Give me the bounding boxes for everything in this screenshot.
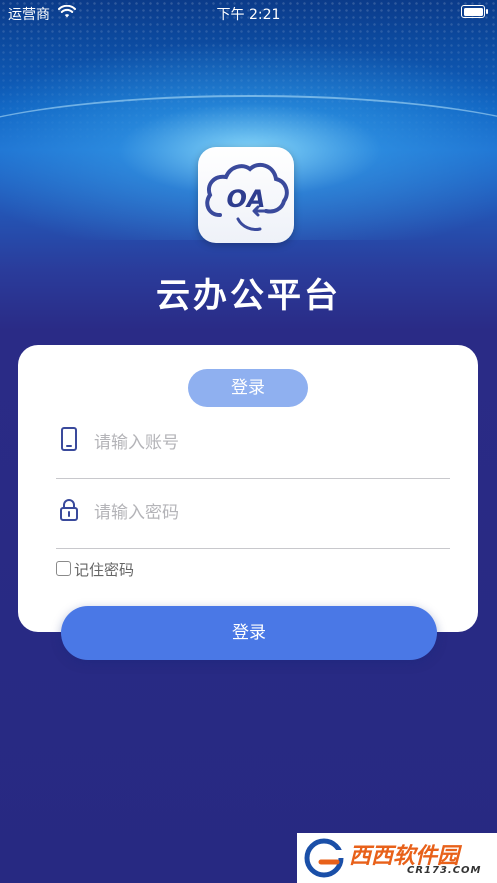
account-field[interactable]: 请输入账号: [56, 408, 450, 479]
login-screen: 运营商 下午 2:21 OA 云办公平台 登录 请输入账号 请输入密码 记住密码…: [0, 0, 497, 883]
password-input[interactable]: 请输入密码: [94, 498, 179, 523]
logo-text: OA: [227, 185, 266, 213]
phone-icon: [61, 427, 77, 451]
account-input[interactable]: 请输入账号: [94, 428, 179, 453]
app-title: 云办公平台: [156, 276, 341, 316]
status-bar: 运营商 下午 2:21: [0, 0, 497, 26]
tab-login[interactable]: 登录: [188, 369, 308, 407]
watermark-url: CR173.COM: [407, 865, 482, 876]
password-field[interactable]: 请输入密码: [56, 478, 450, 549]
status-time: 下午 2:21: [216, 7, 281, 23]
login-button[interactable]: 登录: [61, 606, 437, 660]
watermark: 西西软件园 CR173.COM: [297, 833, 497, 883]
lock-icon: [60, 499, 78, 521]
watermark-logo: [304, 838, 347, 878]
battery-icon: [461, 5, 488, 18]
remember-label: 记住密码: [74, 561, 135, 579]
login-card: 登录 请输入账号 请输入密码 记住密码: [18, 345, 478, 632]
cloud-logo: OA: [205, 162, 289, 231]
remember-checkbox[interactable]: [56, 561, 71, 576]
app-logo: OA: [198, 147, 294, 243]
